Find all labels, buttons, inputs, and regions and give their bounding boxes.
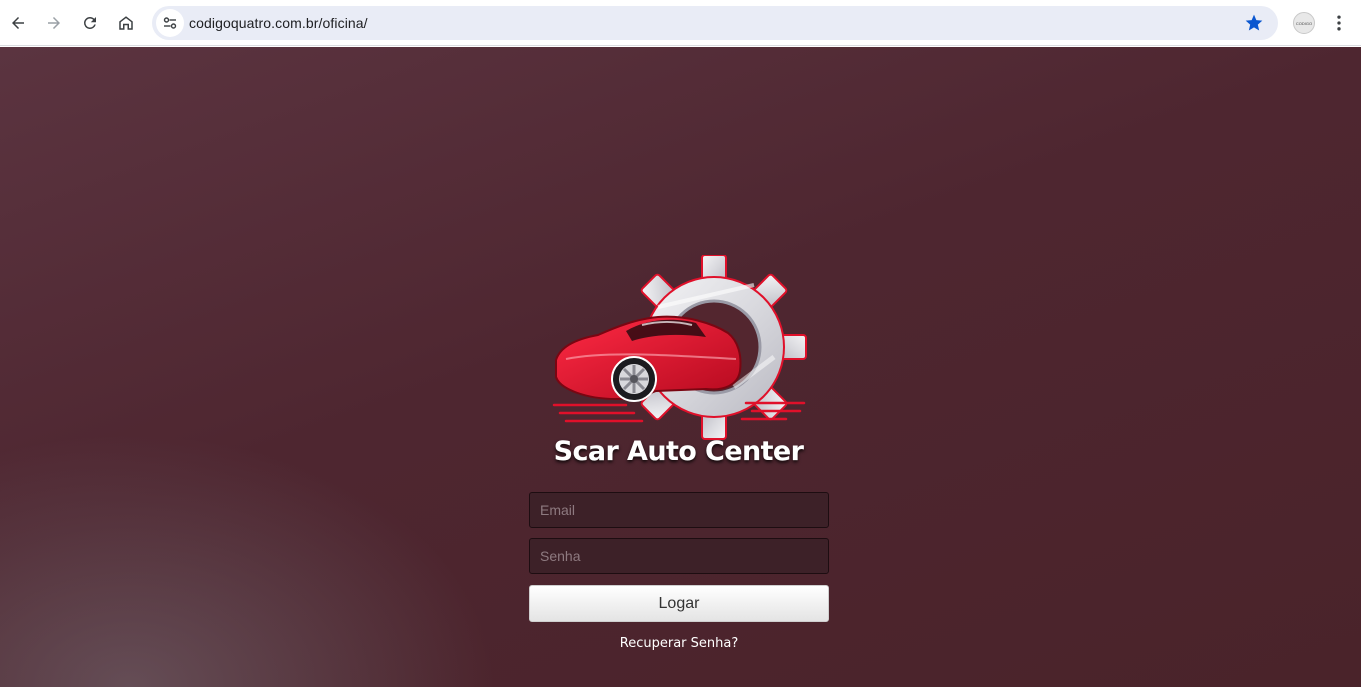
home-button[interactable] xyxy=(110,7,142,39)
arrow-right-icon xyxy=(48,17,60,29)
profile-avatar[interactable]: CODIGO xyxy=(1293,12,1315,34)
address-bar[interactable]: codigoquatro.com.br/oficina/ xyxy=(152,6,1278,40)
site-info-button[interactable] xyxy=(156,9,184,37)
recover-password-link[interactable]: Recuperar Senha? xyxy=(529,636,829,651)
login-button[interactable]: Logar xyxy=(529,585,829,622)
browser-toolbar: codigoquatro.com.br/oficina/ CODIGO xyxy=(0,0,1361,46)
back-button[interactable] xyxy=(2,7,34,39)
home-icon xyxy=(119,16,133,30)
brand-name: Scar Auto Center xyxy=(553,436,804,467)
arrow-left-icon xyxy=(12,17,24,29)
browser-menu-button[interactable] xyxy=(1328,12,1350,34)
url-text[interactable]: codigoquatro.com.br/oficina/ xyxy=(189,15,368,31)
login-page: Scar Auto Center Logar Recuperar Senha? xyxy=(0,47,1361,687)
forward-button[interactable] xyxy=(38,7,70,39)
profile-label: CODIGO xyxy=(1295,20,1313,26)
car-gear-logo xyxy=(552,255,807,440)
reload-button[interactable] xyxy=(74,7,106,39)
email-field[interactable] xyxy=(529,492,829,528)
password-field[interactable] xyxy=(529,538,829,574)
reload-icon xyxy=(83,16,96,29)
more-vertical-icon xyxy=(1337,15,1341,31)
tune-icon xyxy=(163,17,177,29)
bookmark-star-icon[interactable] xyxy=(1244,13,1264,33)
